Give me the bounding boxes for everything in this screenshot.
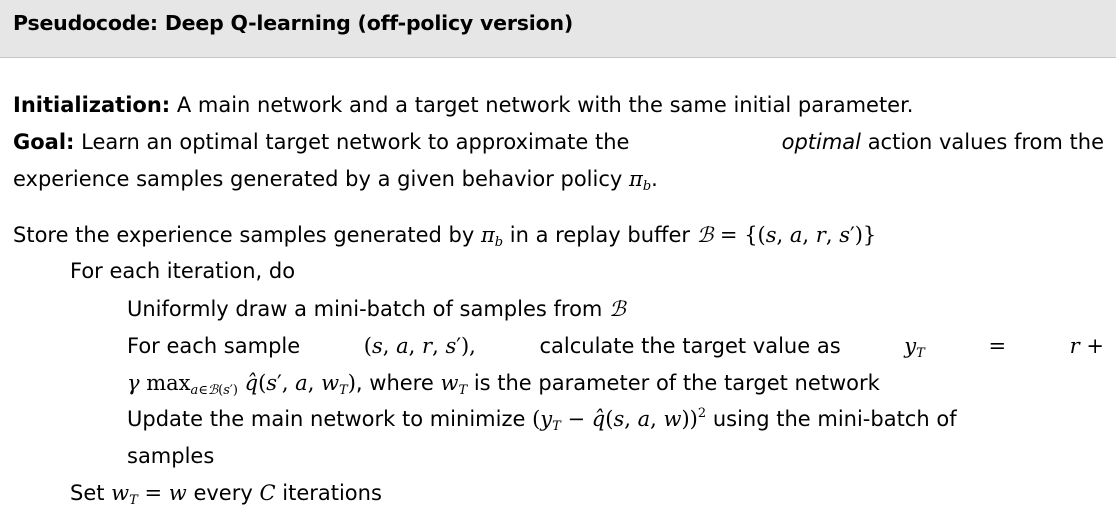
initialization-line: Initialization: A main network and a tar… xyxy=(13,90,913,120)
equals-sign: = xyxy=(988,334,1007,358)
goal-line-1: Goal: Learn an optimal target network to… xyxy=(13,127,1104,157)
goal-line-2: experience samples generated by a given … xyxy=(13,164,658,194)
loss-math: (yT − q̂(s, a, w))2 xyxy=(532,406,707,434)
goal-text-before: Learn an optimal target network to appro… xyxy=(81,130,630,154)
store-text-2: in a replay buffer xyxy=(509,223,691,247)
samples-line: samples xyxy=(127,441,214,471)
goal-part-1: Goal: Learn an optimal target network to… xyxy=(13,127,629,157)
initialization-label: Initialization: xyxy=(13,93,171,117)
gamma-max-line: γ maxa∈ℬ(s′) q̂(s′, a, wT), where wT is … xyxy=(127,368,880,398)
goal-line-2-text: experience samples generated by a given … xyxy=(13,167,623,191)
draw-minibatch-line: Uniformly draw a mini-batch of samples f… xyxy=(127,294,626,324)
gamma-max-math: γ maxa∈ℬ(s′) q̂(s′, a, wT) xyxy=(127,371,356,398)
behavior-policy-math: πb xyxy=(629,167,652,194)
pseudocode-title: Pseudocode: Deep Q-learning (off-policy … xyxy=(13,11,574,35)
weight-copy-math: wT = w xyxy=(111,481,187,508)
goal-period: . xyxy=(651,167,658,191)
goal-label: Goal: xyxy=(13,130,75,154)
replay-buffer-math: ℬ = {(s, a, r, s′)} xyxy=(696,223,877,247)
update-main-network-line: Update the main network to minimize (yT … xyxy=(127,404,957,434)
samples-text: samples xyxy=(127,444,215,468)
set-target-weights-line: Set wT = w every C iterations xyxy=(70,478,382,508)
target-weight-math: wT xyxy=(440,371,468,398)
for-each-sample-line: For each sample (s, a, r, s′), calculate… xyxy=(127,331,1104,361)
using-minibatch-text: using the mini-batch of xyxy=(712,407,957,431)
where-text: , where xyxy=(355,371,434,395)
param-text: is the parameter of the target network xyxy=(473,371,880,395)
goal-part-2: optimal action values from the xyxy=(782,127,1104,157)
store-text: Store the experience samples generated b… xyxy=(13,223,475,247)
for-each-sample-text: For each sample xyxy=(127,334,301,358)
update-text: Update the main network to minimize xyxy=(127,407,526,431)
target-r-plus-math: r + xyxy=(1069,334,1104,358)
goal-text-after: action values from the xyxy=(867,130,1104,154)
store-policy-math: πb xyxy=(480,223,504,250)
goal-emphasis: optimal xyxy=(781,130,861,154)
sample-tuple-math: (s, a, r, s′), xyxy=(363,334,476,358)
for-each-iteration-text: For each iteration, do xyxy=(70,259,296,283)
calculate-target-text: calculate the target value as xyxy=(539,334,841,358)
for-each-iteration-line: For each iteration, do xyxy=(70,256,295,286)
store-line: Store the experience samples generated b… xyxy=(13,220,876,250)
c-constant-math: C xyxy=(259,481,276,505)
initialization-text: A main network and a target network with… xyxy=(176,93,914,117)
target-yt-math: yT xyxy=(904,334,925,361)
every-text: every xyxy=(193,481,253,505)
iterations-text: iterations xyxy=(282,481,382,505)
set-text: Set xyxy=(70,481,105,505)
buffer-symbol: ℬ xyxy=(609,297,626,321)
draw-minibatch-text: Uniformly draw a mini-batch of samples f… xyxy=(127,297,603,321)
pseudocode-header: Pseudocode: Deep Q-learning (off-policy … xyxy=(0,0,1116,58)
